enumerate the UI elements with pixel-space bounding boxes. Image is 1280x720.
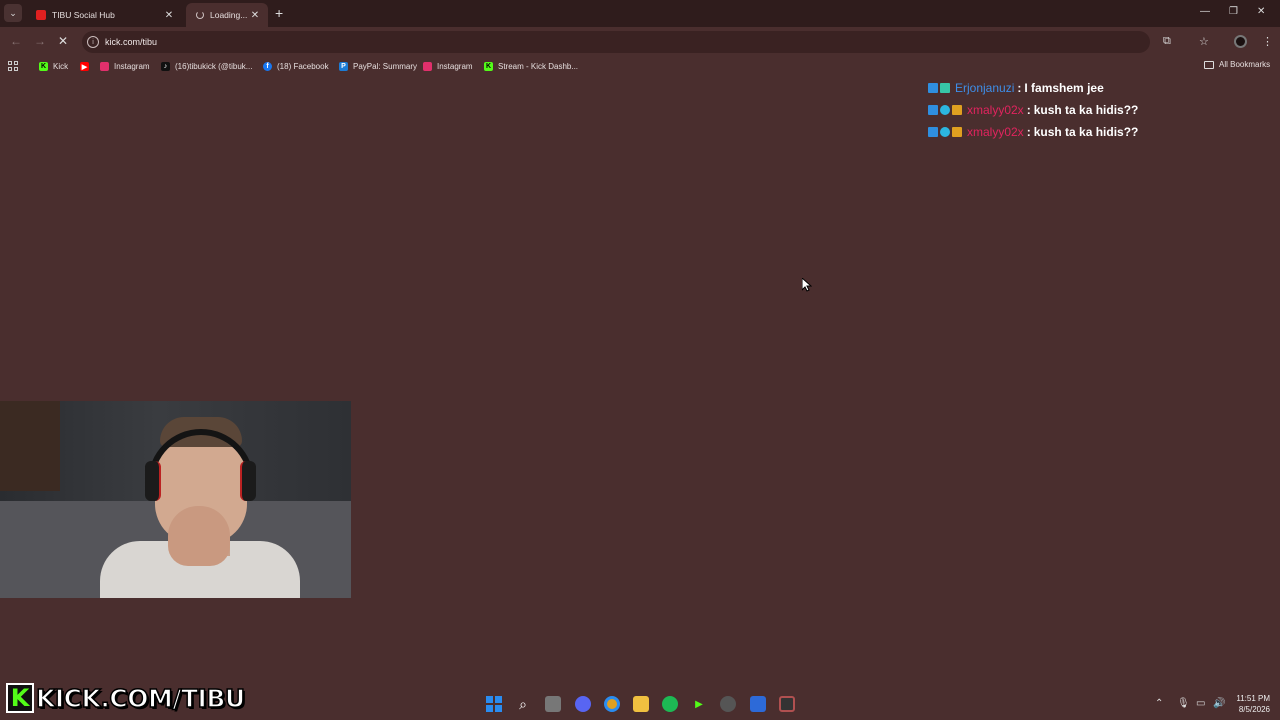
tab-label: TIBU Social Hub (52, 10, 115, 20)
webcam-feed (0, 401, 351, 598)
chat-username: Erjonjanuzi (955, 81, 1015, 95)
tab-search-button[interactable]: ⌄ (4, 4, 22, 22)
task-view-icon[interactable] (545, 696, 561, 712)
crown-badge-icon (952, 127, 962, 137)
bookmark-instagram[interactable]: Instagram (100, 60, 150, 73)
loading-spinner-icon (196, 11, 204, 19)
address-bar[interactable]: i kick.com/tibu (82, 31, 1150, 53)
stop-loading-icon[interactable]: ✕ (58, 34, 68, 48)
close-tab-icon[interactable]: ✕ (162, 10, 176, 21)
crown-badge-icon (952, 105, 962, 115)
tab-tibu-social-hub[interactable]: TIBU Social Hub ✕ (26, 3, 182, 27)
bookmark-paypal[interactable]: P PayPal: Summary (339, 60, 417, 73)
bookmark-label: (18) Facebook (277, 62, 329, 71)
bookmark-label: (16)tibukick (@tibuk... (175, 62, 253, 71)
microphone-icon[interactable]: 🎙 (1177, 698, 1190, 709)
folder-icon (1204, 60, 1214, 69)
bookmark-star-icon[interactable]: ☆ (1199, 35, 1209, 48)
badge-icon (928, 127, 938, 137)
bookmark-youtube[interactable]: ▶ (80, 60, 94, 73)
file-explorer-icon[interactable] (633, 696, 649, 712)
kick-studio-icon[interactable]: ▶ (691, 696, 707, 712)
all-bookmarks-button[interactable]: All Bookmarks (1204, 60, 1270, 69)
bookmark-label: Instagram (437, 62, 473, 71)
close-window-icon[interactable]: ✕ (1257, 6, 1265, 17)
badge-icon (928, 83, 938, 93)
discord-icon[interactable] (575, 696, 591, 712)
search-icon[interactable]: ⌕ (515, 696, 531, 712)
instagram-icon (100, 62, 109, 71)
taskbar: ⌕ ▶ ⌃ 🎙 ▭ 🔊 11:51 PM 8/5/2026 (0, 689, 1280, 720)
chat-message: xmalyy02x : kush ta ka hidis?? (928, 121, 1138, 143)
tab-strip: ⌄ TIBU Social Hub ✕ Loading... ✕ + — ❐ ✕ (0, 0, 1280, 27)
bookmark-label: Stream - Kick Dashb... (498, 62, 579, 71)
obs-icon[interactable] (779, 696, 795, 712)
forward-icon[interactable]: → (34, 34, 46, 48)
paypal-icon: P (339, 62, 348, 71)
clock-date: 8/5/2026 (1238, 705, 1270, 714)
chat-text: I famshem jee (1024, 81, 1104, 95)
bookmark-instagram-2[interactable]: Instagram (423, 60, 473, 73)
steam-icon[interactable] (720, 696, 736, 712)
chat-message: xmalyy02x : kush ta ka hidis?? (928, 99, 1138, 121)
chat-message: Erjonjanuzi : I famshem jee (928, 77, 1138, 99)
badge-icon (940, 105, 950, 115)
chat-text: kush ta ka hidis?? (1033, 103, 1139, 117)
clock-time: 11:51 PM (1236, 694, 1270, 703)
bookmark-tiktok[interactable]: ♪ (16)tibukick (@tibuk... (161, 60, 252, 73)
all-bookmarks-label: All Bookmarks (1219, 60, 1271, 69)
spotify-icon[interactable] (662, 696, 678, 712)
bookmark-label: Kick (53, 62, 69, 71)
minimize-icon[interactable]: — (1200, 6, 1210, 17)
chrome-icon[interactable] (604, 696, 620, 712)
bookmark-facebook[interactable]: f (18) Facebook (263, 60, 329, 73)
network-icon[interactable]: ▭ (1196, 698, 1205, 709)
kick-icon: K (484, 62, 493, 71)
restore-icon[interactable]: ❐ (1229, 6, 1238, 17)
close-tab-icon[interactable]: ✕ (248, 10, 262, 21)
badge-icon (940, 127, 950, 137)
site-info-icon[interactable]: i (87, 36, 99, 48)
chat-username: xmalyy02x (967, 103, 1024, 117)
tab-label: Loading... (210, 10, 248, 20)
tab-loading[interactable]: Loading... ✕ (186, 3, 268, 27)
new-tab-button[interactable]: + (275, 5, 283, 21)
browser-toolbar: ← → ✕ i kick.com/tibu ⧉ ☆ ⋮ (0, 27, 1280, 57)
apps-grid-icon[interactable] (8, 61, 18, 71)
chat-text: kush ta ka hidis?? (1033, 125, 1139, 139)
editor-icon[interactable] (750, 696, 766, 712)
system-clock[interactable]: 11:51 PM 8/5/2026 (1230, 693, 1270, 715)
back-icon[interactable]: ← (10, 34, 22, 48)
windows-start-icon[interactable] (486, 696, 502, 712)
bookmark-kick[interactable]: K Kick (39, 60, 68, 73)
chat-separator: : (1026, 103, 1031, 117)
chat-overlay: Erjonjanuzi : I famshem jee xmalyy02x : … (928, 77, 1138, 143)
chevron-down-icon: ⌄ (9, 7, 17, 18)
tab-favicon-icon (36, 10, 46, 20)
instagram-icon (423, 62, 432, 71)
chat-separator: : (1017, 81, 1022, 95)
bookmark-kick-dashboard[interactable]: K Stream - Kick Dashb... (484, 60, 578, 73)
chevron-up-icon[interactable]: ⌃ (1155, 698, 1163, 709)
menu-icon[interactable]: ⋮ (1262, 35, 1273, 48)
badge-icon (928, 105, 938, 115)
bookmark-label: PayPal: Summary (353, 62, 418, 71)
bookmarks-bar: K Kick ▶ Instagram ♪ (16)tibukick (@tibu… (0, 57, 1280, 76)
tiktok-icon: ♪ (161, 62, 170, 71)
address-text: kick.com/tibu (105, 37, 158, 47)
extensions-icon[interactable]: ⧉ (1163, 35, 1171, 48)
volume-icon[interactable]: 🔊 (1213, 698, 1225, 709)
kick-icon: K (39, 62, 48, 71)
chat-separator: : (1026, 125, 1031, 139)
avatar[interactable] (1234, 35, 1247, 48)
badge-icon (940, 83, 950, 93)
bookmark-label: Instagram (114, 62, 150, 71)
facebook-icon: f (263, 62, 272, 71)
youtube-icon: ▶ (80, 62, 89, 71)
chat-username: xmalyy02x (967, 125, 1024, 139)
